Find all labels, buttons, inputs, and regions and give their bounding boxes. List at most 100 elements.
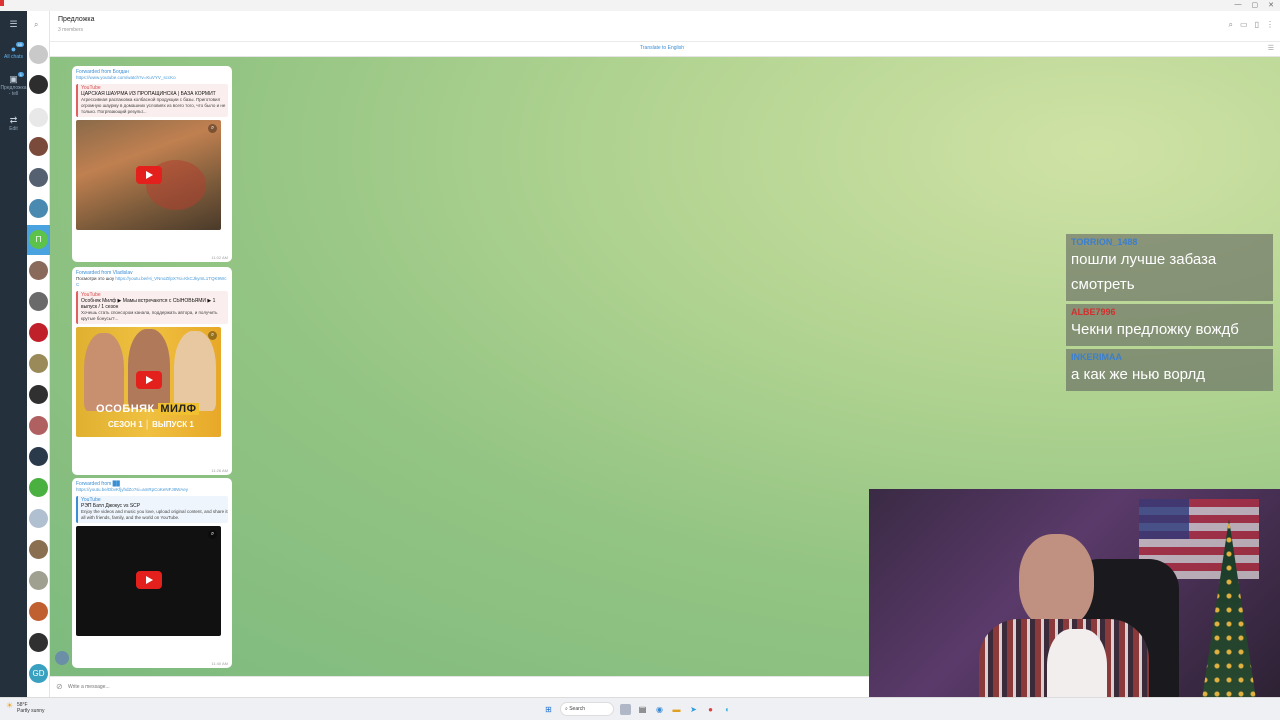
weather-desc: Partly sunny <box>17 708 45 714</box>
link-preview[interactable]: YouTube ЦАРСКАЯ ШАУРМА ИЗ ПРОПАЩИНСКА | … <box>76 84 228 117</box>
chat-avatar[interactable] <box>29 385 48 404</box>
taskbar-search[interactable]: ⌕ Search <box>560 702 614 716</box>
video-thumbnail[interactable]: ⌕ <box>76 526 221 636</box>
thumbnail-title: ОСОБНЯК МИЛФ <box>96 403 199 415</box>
video-thumbnail[interactable]: ⌕ ОСОБНЯК МИЛФ СЕЗОН 1 │ ВЫПУСК 1 <box>76 327 221 437</box>
message-input[interactable] <box>68 681 768 693</box>
chat-avatar[interactable] <box>29 199 48 218</box>
search-icon[interactable]: ⌕ <box>1229 20 1233 30</box>
taskbar-search-label: Search <box>569 706 586 712</box>
message-link[interactable]: https://www.youtube.com/watch?v=KuVYV_sc… <box>76 75 228 81</box>
attach-icon[interactable]: ⊘ <box>56 682 63 691</box>
translate-settings-icon[interactable]: ☰ <box>1268 44 1274 52</box>
hamburger-icon: ☰ <box>9 19 18 29</box>
chat-avatar[interactable] <box>29 602 48 621</box>
taskbar: ☀ 58°F Partly sunny ⊞ ⌕ Search ▤ ◉ ▬ ➤ ●… <box>0 697 1280 720</box>
maximize-icon[interactable]: ▢ <box>1252 1 1259 9</box>
file-icon[interactable]: ▤ <box>637 704 648 715</box>
stream-chat-username: TORRION_1488 <box>1071 237 1138 247</box>
zoom-icon[interactable]: ⌕ <box>208 331 217 340</box>
chat-header: Предложка 3 members ⌕ ▭ ▯ ⋮ <box>50 11 1280 42</box>
message-time: 11:26 AM <box>211 468 228 473</box>
unread-badge: 45 <box>15 42 24 47</box>
translate-bar: Translate to English ☰ <box>50 42 1280 57</box>
chat-list: П GD <box>27 11 50 697</box>
chat-avatar[interactable] <box>29 261 48 280</box>
chat-avatar[interactable] <box>29 137 48 156</box>
chat-avatar[interactable]: GD <box>29 664 48 683</box>
message-bubble[interactable]: Forwarded from Vladislav Посмотри это шо… <box>72 267 232 475</box>
windows-start-icon[interactable]: ⊞ <box>543 704 554 715</box>
stream-chat-text: а как же нью ворлд <box>1071 366 1206 383</box>
sidebar-toggle-icon[interactable]: ▯ <box>1255 20 1259 30</box>
search-icon[interactable]: ⌕ <box>34 20 38 30</box>
folder-edit[interactable]: ⇄ Edit <box>0 115 27 132</box>
stream-chat-text: Чекни предложку вождб <box>1071 321 1239 338</box>
folder-predlozhka[interactable]: ▣ 1 Предложка - tell <box>0 72 27 97</box>
folder-all-chats[interactable]: ● 45 All chats <box>0 42 27 60</box>
chat-avatar[interactable] <box>29 633 48 652</box>
call-icon[interactable]: ▭ <box>1240 20 1248 30</box>
link-preview[interactable]: YouTube Особняк Милф ▶ Мамы встречаются … <box>76 291 228 324</box>
chat-avatar[interactable] <box>29 108 48 127</box>
chat-avatar[interactable] <box>29 416 48 435</box>
thumbnail-person <box>174 331 216 411</box>
thumbnail-person <box>84 333 124 411</box>
flag-canton <box>1139 499 1189 539</box>
video-thumbnail[interactable]: ⌕ <box>76 120 221 230</box>
task-view-icon[interactable] <box>620 703 631 715</box>
chat-avatar[interactable] <box>29 292 48 311</box>
chat-avatar[interactable] <box>29 323 48 342</box>
chat-avatar[interactable] <box>29 571 48 590</box>
stream-chat-username: INKERIMAA <box>1071 352 1122 362</box>
zoom-icon[interactable]: ⌕ <box>208 530 217 539</box>
app-icon[interactable]: ◐ <box>722 704 733 715</box>
stream-chat-message: ALBE7996 Чекни предложку вождб <box>1066 304 1273 346</box>
folder-icon: ▣ 1 <box>9 72 24 84</box>
media-icon[interactable]: ● <box>705 704 716 715</box>
chat-avatar-predlozhka: П <box>29 230 48 249</box>
chat-row-selected[interactable]: П <box>27 225 50 255</box>
menu-button[interactable]: ☰ <box>0 19 27 30</box>
minimize-icon[interactable]: — <box>1235 1 1242 9</box>
webcam-feed <box>869 489 1280 720</box>
thumbnail-subtitle: СЕЗОН 1 │ ВЫПУСК 1 <box>108 420 194 429</box>
chat-avatar[interactable] <box>29 75 48 94</box>
chat-avatar[interactable] <box>29 540 48 559</box>
play-button[interactable] <box>136 571 162 589</box>
message-time: 11:40 AM <box>211 661 228 666</box>
sliders-icon: ⇄ <box>9 115 18 125</box>
chat-avatar[interactable] <box>29 478 48 497</box>
telegram-icon[interactable]: ➤ <box>688 704 699 715</box>
folder-label: Edit <box>9 126 18 132</box>
message-link[interactable]: https://youtu.be/DbvKfjyhdZo?si=amRpCoKe… <box>76 487 228 493</box>
chat-title[interactable]: Предложка <box>58 16 95 23</box>
close-icon[interactable]: ✕ <box>1268 1 1274 9</box>
link-preview[interactable]: YouTube РЭП Батл Джокус vs SCP Enjoy the… <box>76 496 228 523</box>
message-bubble[interactable]: Forwarded from Богдан https://www.youtub… <box>72 66 232 262</box>
chat-avatar[interactable] <box>29 447 48 466</box>
chat-avatar[interactable] <box>29 509 48 528</box>
chat-avatar[interactable] <box>29 168 48 187</box>
translate-button[interactable]: Translate to English <box>640 45 684 51</box>
preview-description: Агрессивная распаковка колбасной продукц… <box>81 97 226 114</box>
sun-icon: ☀ <box>6 701 14 710</box>
play-button[interactable] <box>136 166 162 184</box>
browser-icon[interactable]: ◉ <box>654 704 665 715</box>
chat-avatar[interactable] <box>29 354 48 373</box>
folder-icon[interactable]: ▬ <box>671 704 682 715</box>
folder-label: Предложка - tell <box>0 85 27 97</box>
stream-chat-overlay: TORRION_1488 пошли лучше забаза смотреть… <box>1066 234 1273 394</box>
chat-avatar-saved[interactable] <box>29 45 48 64</box>
more-options-icon[interactable]: ⋮ <box>1266 20 1274 30</box>
zoom-icon[interactable]: ⌕ <box>208 124 217 133</box>
sender-avatar[interactable] <box>55 651 69 665</box>
preview-title: Особняк Милф ▶ Мамы встречаются с СЫНОВЬ… <box>81 298 216 310</box>
folder-rail: ☰ ● 45 All chats ▣ 1 Предложка - tell ⇄ Ed… <box>0 11 27 697</box>
preview-description: Хочешь стать спонсором канала, поддержат… <box>81 310 218 321</box>
weather-widget[interactable]: ☀ 58°F Partly sunny <box>6 701 45 715</box>
message-bubble[interactable]: Forwarded from ██ https://youtu.be/DbvKf… <box>72 478 232 668</box>
unread-badge: 1 <box>17 72 24 77</box>
play-button[interactable] <box>136 371 162 389</box>
stream-chat-message: INKERIMAA а как же нью ворлд <box>1066 349 1273 391</box>
